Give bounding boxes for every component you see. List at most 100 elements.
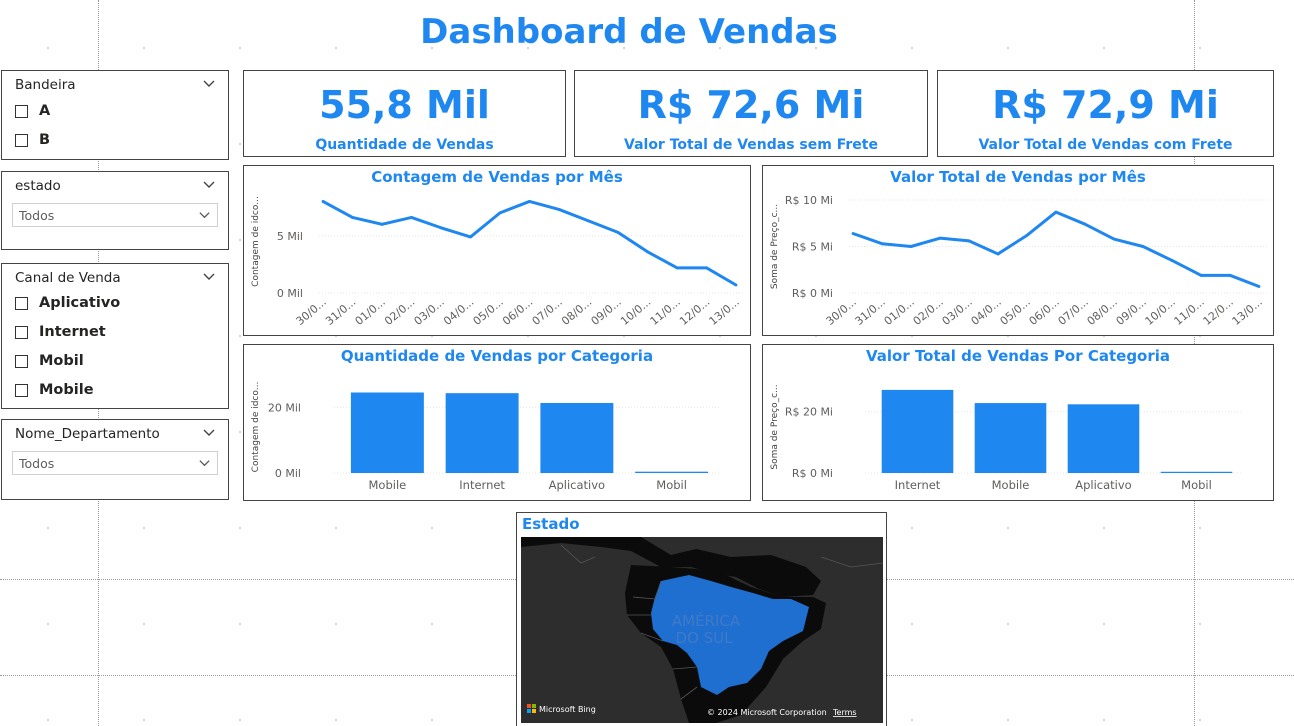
slicer-title: Canal de Venda xyxy=(15,270,121,286)
data-point xyxy=(1112,237,1116,241)
kpi-card-valor-sem-frete[interactable]: R$ 72,6 Mi Valor Total de Vendas sem Fre… xyxy=(574,70,928,157)
checkbox[interactable] xyxy=(15,354,28,368)
y-tick-label: 20 Mil xyxy=(268,401,301,414)
data-point xyxy=(967,239,971,243)
x-tick-label: 02/0... xyxy=(382,295,417,328)
chart-contagem-vendas-mes[interactable]: Contagem de Vendas por Mês Contagem de i… xyxy=(243,165,751,336)
slicer-nome-departamento[interactable]: Nome_Departamento Todos xyxy=(1,419,229,500)
bar xyxy=(350,392,424,473)
x-tick-label: Internet xyxy=(895,478,941,492)
data-point xyxy=(321,200,325,203)
slicer-option-a[interactable]: A xyxy=(15,103,50,119)
option-label: Mobil xyxy=(39,353,84,369)
map-provider: Microsoft Bing xyxy=(539,705,596,714)
option-label: Aplicativo xyxy=(39,295,121,311)
data-point xyxy=(938,236,942,240)
checkbox[interactable] xyxy=(15,383,28,397)
slicer-estado[interactable]: estado Todos xyxy=(1,171,229,250)
data-point xyxy=(528,200,531,203)
bar xyxy=(1067,404,1140,473)
chart-valor-categoria[interactable]: Valor Total de Vendas Por Categoria Soma… xyxy=(762,344,1274,501)
x-tick-label: Mobil xyxy=(656,478,687,492)
kpi-label: Valor Total de Vendas com Frete xyxy=(978,137,1233,153)
data-point xyxy=(1228,273,1232,277)
x-tick-label: 05/0... xyxy=(998,295,1033,328)
map-copyright: © 2024 Microsoft Corporation xyxy=(707,708,827,717)
chevron-down-icon[interactable] xyxy=(202,270,216,284)
kpi-card-quantidade[interactable]: 55,8 Mil Quantidade de Vendas xyxy=(243,70,566,157)
chevron-down-icon xyxy=(199,212,210,219)
x-tick-label: Mobile xyxy=(992,478,1030,492)
x-tick-label: 10/0... xyxy=(618,295,653,328)
checkbox[interactable] xyxy=(15,104,28,118)
x-tick-label: 01/0... xyxy=(353,295,388,328)
departamento-dropdown[interactable]: Todos xyxy=(12,451,218,475)
x-tick-label: 13/0... xyxy=(707,295,742,328)
chart-valor-vendas-mes[interactable]: Valor Total de Vendas por Mês Soma de Pr… xyxy=(762,165,1274,336)
slicer-option-b[interactable]: B xyxy=(15,132,50,148)
kpi-label: Valor Total de Vendas sem Frete xyxy=(624,137,878,153)
x-tick-label: 10/0... xyxy=(1143,295,1178,328)
slicer-bandeira[interactable]: Bandeira A B xyxy=(1,70,229,160)
kpi-label: Quantidade de Vendas xyxy=(315,137,494,153)
kpi-card-valor-com-frete[interactable]: R$ 72,9 Mi Valor Total de Vendas com Fre… xyxy=(937,70,1274,157)
chevron-down-icon[interactable] xyxy=(202,77,216,91)
map-estado[interactable]: Estado AMÉRICA DO SUL Microsoft Bing © 2… xyxy=(516,512,887,726)
x-tick-label: Aplicativo xyxy=(1075,478,1131,492)
dropdown-value: Todos xyxy=(19,456,55,471)
x-tick-label: 04/0... xyxy=(441,295,476,328)
chart-quantidade-categoria[interactable]: Quantidade de Vendas por Categoria Conta… xyxy=(243,344,751,501)
option-label: A xyxy=(39,103,51,119)
slicer-canal-de-venda[interactable]: Canal de Venda Aplicativo Internet Mobil… xyxy=(1,263,229,409)
estado-dropdown[interactable]: Todos xyxy=(12,203,218,227)
x-tick-label: 06/0... xyxy=(500,295,535,328)
y-tick-label: R$ 0 Mi xyxy=(792,287,833,300)
x-tick-label: 11/0... xyxy=(648,295,683,328)
slicer-option-mobil[interactable]: Mobil xyxy=(15,353,84,369)
x-tick-label: 04/0... xyxy=(969,295,1004,328)
chevron-down-icon[interactable] xyxy=(202,426,216,440)
x-tick-label: 12/0... xyxy=(677,295,712,328)
x-tick-label: 08/0... xyxy=(1085,295,1120,328)
map-canvas[interactable]: AMÉRICA DO SUL Microsoft Bing © 2024 Mic… xyxy=(521,537,883,723)
chevron-down-icon xyxy=(199,460,210,467)
slicer-title: Bandeira xyxy=(15,77,76,93)
bar xyxy=(881,389,954,473)
x-tick-label: Internet xyxy=(459,478,505,492)
y-tick-label: 0 Mil xyxy=(277,287,303,300)
slicer-option-internet[interactable]: Internet xyxy=(15,324,106,340)
y-axis-label: Soma de Preço_c... xyxy=(770,384,780,469)
checkbox[interactable] xyxy=(15,325,28,339)
data-point xyxy=(1199,273,1203,277)
y-tick-label: R$ 0 Mi xyxy=(792,467,833,480)
y-tick-label: 0 Mil xyxy=(275,467,301,480)
slicer-option-aplicativo[interactable]: Aplicativo xyxy=(15,295,120,311)
checkbox[interactable] xyxy=(15,133,28,147)
y-axis-label: Contagem de idco... xyxy=(251,382,261,473)
data-point xyxy=(498,211,502,215)
data-point xyxy=(909,245,913,248)
y-axis-label: Contagem de idco... xyxy=(251,196,261,287)
x-tick-label: 13/0... xyxy=(1230,295,1265,328)
x-tick-label: 03/0... xyxy=(940,295,975,328)
map-title: Estado xyxy=(522,515,580,533)
y-axis-label: Soma de Preço_c... xyxy=(770,204,780,289)
y-tick-label: R$ 20 Mi xyxy=(785,406,833,419)
data-point xyxy=(557,208,561,211)
chevron-down-icon[interactable] xyxy=(202,178,216,192)
line-chart: Soma de Preço_c... R$ 0 Mi R$ 5 Mi R$ 10 Mi… xyxy=(770,194,1267,328)
map-region-label: DO SUL xyxy=(676,629,734,647)
option-label: Mobile xyxy=(39,382,94,398)
slicer-option-mobile[interactable]: Mobile xyxy=(15,382,94,398)
bar xyxy=(445,393,519,473)
map-terms-link[interactable]: Terms xyxy=(832,708,857,717)
data-point xyxy=(1083,222,1087,226)
checkbox[interactable] xyxy=(15,296,28,310)
y-tick-label: 5 Mil xyxy=(277,230,303,243)
data-point xyxy=(705,266,708,270)
option-label: B xyxy=(39,132,51,148)
data-point xyxy=(851,232,855,235)
data-point xyxy=(996,252,1000,256)
x-tick-label: 06/0... xyxy=(1027,295,1062,328)
x-tick-label: 03/0... xyxy=(412,295,447,328)
